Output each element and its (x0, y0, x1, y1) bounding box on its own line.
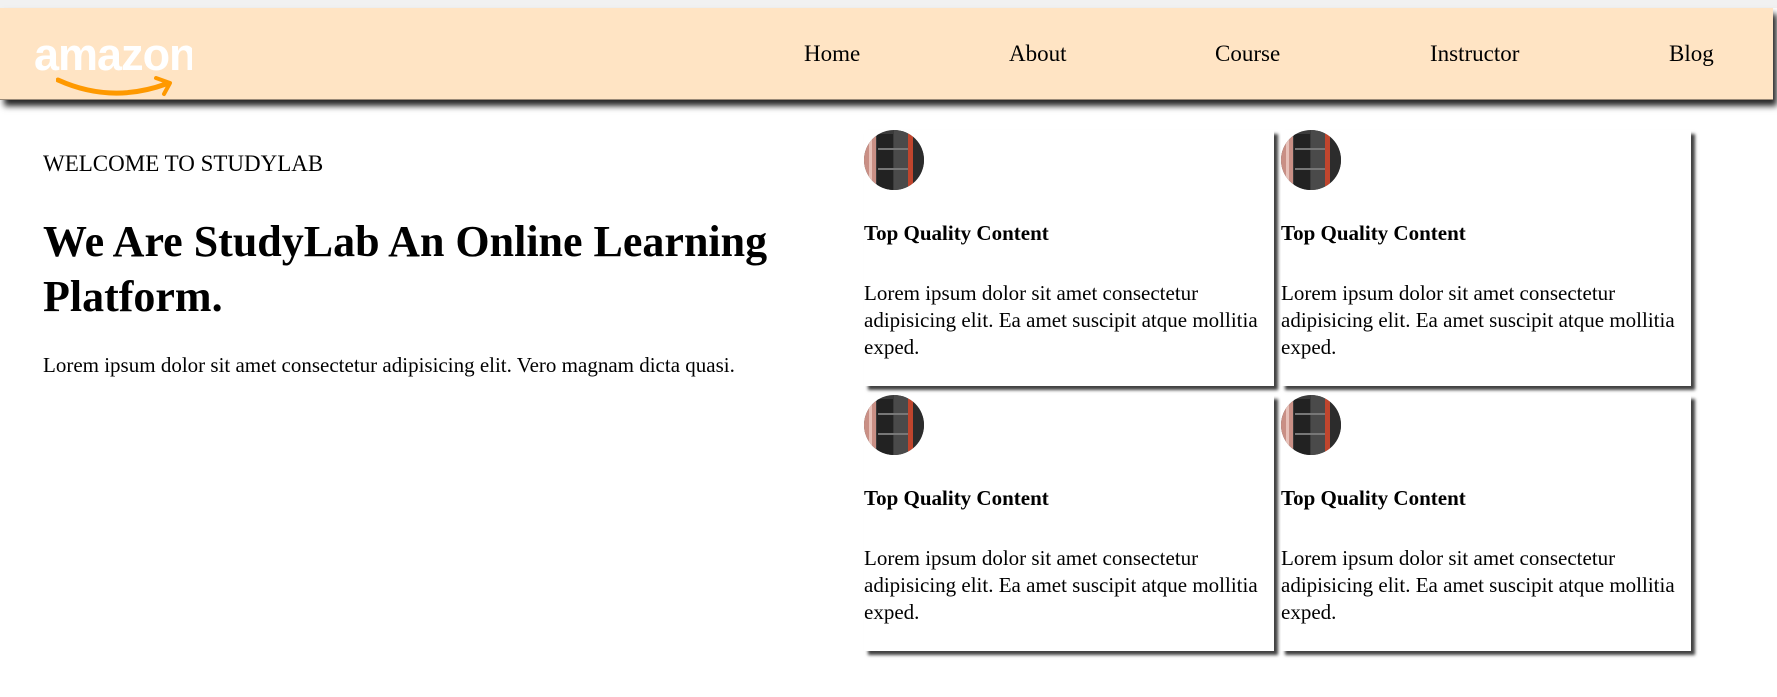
hero-headline: We Are StudyLab An Online Learning Platf… (43, 217, 768, 321)
feature-title: Top Quality Content (1281, 486, 1466, 510)
nav-course-link[interactable]: Course (1215, 42, 1280, 65)
feature-card: Top Quality Content Lorem ipsum dolor si… (1281, 395, 1691, 651)
nav-home-link[interactable]: Home (804, 42, 860, 65)
feature-photo-icon (1281, 395, 1341, 455)
feature-photo-icon (864, 130, 924, 190)
nav-about-link[interactable]: About (1009, 42, 1067, 65)
logo-smile-icon (56, 76, 172, 96)
feature-title: Top Quality Content (864, 486, 1049, 510)
feature-description: Lorem ipsum dolor sit amet consectetur a… (864, 281, 1258, 359)
hero-description: Lorem ipsum dolor sit amet consectetur a… (43, 353, 735, 377)
feature-card: Top Quality Content Lorem ipsum dolor si… (864, 130, 1274, 386)
feature-card: Top Quality Content Lorem ipsum dolor si… (1281, 130, 1691, 386)
nav-blog-link[interactable]: Blog (1669, 42, 1714, 65)
navbar: amazon Home About Course Instructor Blog (0, 8, 1773, 100)
nav-instructor-link[interactable]: Instructor (1430, 42, 1519, 65)
browser-top-strip (0, 0, 1777, 8)
amazon-logo[interactable]: amazon (34, 32, 192, 104)
feature-description: Lorem ipsum dolor sit amet consectetur a… (864, 546, 1258, 624)
feature-description: Lorem ipsum dolor sit amet consectetur a… (1281, 281, 1675, 359)
feature-photo-icon (864, 395, 924, 455)
feature-title: Top Quality Content (1281, 221, 1466, 245)
feature-title: Top Quality Content (864, 221, 1049, 245)
feature-photo-icon (1281, 130, 1341, 190)
logo-wordmark: amazon (34, 32, 192, 80)
feature-description: Lorem ipsum dolor sit amet consectetur a… (1281, 546, 1675, 624)
feature-card: Top Quality Content Lorem ipsum dolor si… (864, 395, 1274, 651)
hero-eyebrow: WELCOME TO STUDYLAB (43, 151, 324, 176)
